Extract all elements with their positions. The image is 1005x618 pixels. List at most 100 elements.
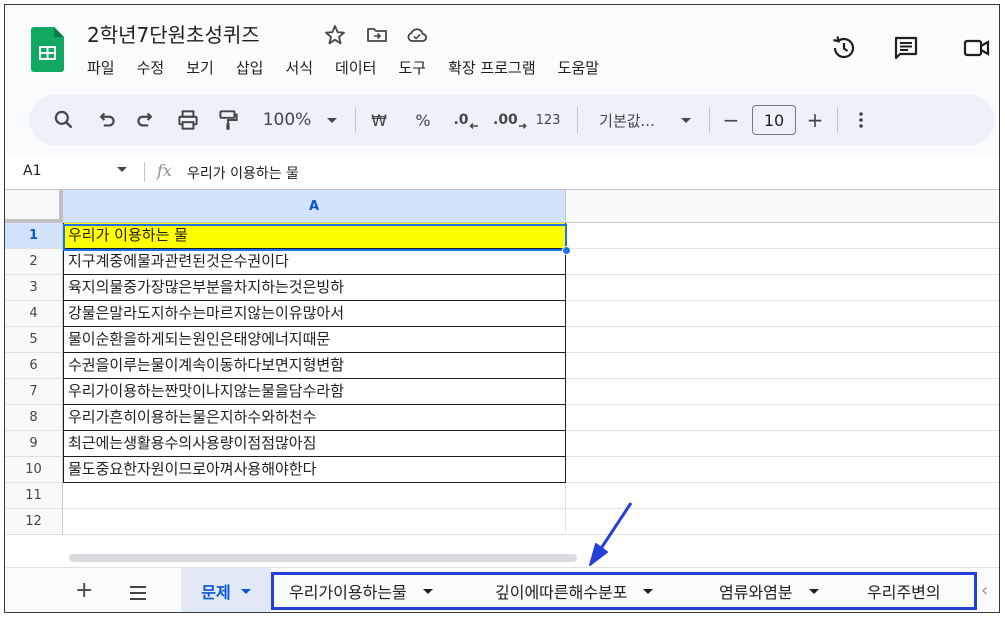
app-header: 2학년7단원초성퀴즈 파일 수정 보기 삽입 서식 데이터 도구 확장 프로그램… bbox=[5, 5, 999, 91]
font-dropdown-arrow-icon[interactable] bbox=[679, 107, 693, 133]
zoom-select[interactable]: 100% bbox=[261, 107, 313, 133]
cell-a10[interactable]: 물도중요한자원이므로아껴사용해야한다 bbox=[63, 457, 566, 483]
tab-active-sheet[interactable]: 문제 bbox=[181, 568, 271, 612]
toolbar: 100% ₩ % .0 .00 123 기본값... − 10 + bbox=[29, 95, 995, 145]
name-box-dropdown-icon[interactable] bbox=[117, 167, 127, 172]
add-sheet-button[interactable]: + bbox=[75, 578, 93, 603]
formula-divider bbox=[144, 162, 145, 182]
cloud-saved-icon[interactable] bbox=[405, 23, 429, 47]
empty-cell[interactable] bbox=[566, 457, 999, 483]
cell-a7[interactable]: 우리가이용하는짠맛이나지않는물을담수라함 bbox=[63, 379, 566, 405]
increase-decimal-button[interactable]: .00 bbox=[493, 107, 527, 133]
increase-decimal-label: .00 bbox=[493, 112, 518, 128]
more-formats-button[interactable]: 123 bbox=[533, 107, 563, 133]
empty-cell[interactable] bbox=[566, 353, 999, 379]
undo-icon[interactable] bbox=[93, 107, 119, 133]
move-folder-icon[interactable] bbox=[365, 23, 389, 47]
column-header-a[interactable]: A bbox=[63, 190, 566, 223]
currency-format-button[interactable]: ₩ bbox=[367, 107, 391, 133]
cell-a4[interactable]: 강물은말라도지하수는마르지않는이유많아서 bbox=[63, 301, 566, 327]
cell-a5[interactable]: 물이순환을하게되는원인은태양에너지때문 bbox=[63, 327, 566, 353]
tab-sheet-4[interactable]: 우리주변의 bbox=[867, 568, 963, 612]
tab-sheet-2[interactable]: 깊이에따른해수분포 bbox=[495, 568, 654, 612]
print-icon[interactable] bbox=[175, 107, 201, 133]
empty-cell[interactable] bbox=[566, 327, 999, 353]
menu-format[interactable]: 서식 bbox=[285, 55, 313, 81]
empty-cell[interactable] bbox=[566, 483, 999, 509]
cell-a11[interactable] bbox=[63, 483, 566, 509]
star-icon[interactable] bbox=[323, 23, 347, 47]
row-header[interactable]: 9 bbox=[5, 431, 63, 457]
empty-cell[interactable] bbox=[566, 223, 999, 249]
tab-scroll-left-button[interactable]: ‹ bbox=[981, 580, 988, 601]
row-header[interactable]: 3 bbox=[5, 275, 63, 301]
menu-view[interactable]: 보기 bbox=[186, 55, 214, 81]
fill-handle[interactable] bbox=[562, 246, 571, 255]
decrease-font-size-button[interactable]: − bbox=[721, 107, 741, 133]
cell-a6[interactable]: 수권을이루는물이계속이동하다보면지형변함 bbox=[63, 353, 566, 379]
cell-a1[interactable]: 우리가 이용하는 물 bbox=[63, 223, 566, 249]
zoom-dropdown-arrow-icon[interactable] bbox=[325, 107, 339, 133]
row-header[interactable]: 8 bbox=[5, 405, 63, 431]
menu-extensions[interactable]: 확장 프로그램 bbox=[448, 55, 536, 81]
menu-insert[interactable]: 삽입 bbox=[236, 55, 264, 81]
all-sheets-menu-icon[interactable] bbox=[127, 582, 149, 604]
formula-input[interactable]: 우리가 이용하는 물 bbox=[187, 163, 299, 183]
menu-data[interactable]: 데이터 bbox=[335, 55, 376, 81]
redo-icon[interactable] bbox=[133, 107, 159, 133]
font-size-input[interactable]: 10 bbox=[752, 105, 796, 135]
cell-a8[interactable]: 우리가흔히이용하는물은지하수와하천수 bbox=[63, 405, 566, 431]
row-header[interactable]: 1 bbox=[5, 223, 63, 249]
tab-label: 우리가이용하는물 bbox=[289, 583, 407, 602]
menu-tools[interactable]: 도구 bbox=[398, 55, 426, 81]
row-header[interactable]: 10 bbox=[5, 457, 63, 483]
more-vert-icon[interactable] bbox=[851, 107, 871, 133]
sheet-tab-bar: + 문제 우리가이용하는물 깊이에따른해수분포 염류와염분 우리주변의 ‹ bbox=[5, 567, 999, 612]
tab-sheet-1[interactable]: 우리가이용하는물 bbox=[289, 568, 433, 612]
tab-sheet-3[interactable]: 염류와염분 bbox=[719, 568, 819, 612]
menu-edit[interactable]: 수정 bbox=[137, 55, 165, 81]
toolbar-divider bbox=[355, 107, 356, 133]
row-header[interactable]: 4 bbox=[5, 301, 63, 327]
select-all-corner[interactable] bbox=[5, 190, 63, 223]
sheets-logo-icon[interactable] bbox=[31, 27, 64, 72]
chevron-down-icon[interactable] bbox=[643, 588, 654, 594]
increase-font-size-button[interactable]: + bbox=[805, 107, 825, 133]
empty-cell[interactable] bbox=[566, 301, 999, 327]
arrow-right-icon bbox=[518, 123, 527, 129]
empty-cell[interactable] bbox=[566, 249, 999, 275]
paint-format-icon[interactable] bbox=[215, 107, 241, 133]
menu-bar: 파일 수정 보기 삽입 서식 데이터 도구 확장 프로그램 도움말 bbox=[87, 55, 621, 81]
menu-file[interactable]: 파일 bbox=[87, 55, 115, 81]
row-header[interactable]: 6 bbox=[5, 353, 63, 379]
comments-icon[interactable] bbox=[891, 33, 921, 63]
empty-cell[interactable] bbox=[566, 405, 999, 431]
cell-a2[interactable]: 지구계중에물과관련된것은수권이다 bbox=[63, 249, 566, 275]
empty-cell[interactable] bbox=[566, 431, 999, 457]
row-header[interactable]: 5 bbox=[5, 327, 63, 353]
menu-help[interactable]: 도움말 bbox=[558, 55, 599, 81]
row-header[interactable]: 2 bbox=[5, 249, 63, 275]
empty-cell[interactable] bbox=[566, 379, 999, 405]
row-header[interactable]: 12 bbox=[5, 509, 63, 535]
document-title[interactable]: 2학년7단원초성퀴즈 bbox=[87, 19, 260, 48]
font-select[interactable]: 기본값... bbox=[591, 107, 663, 133]
fx-icon: fx bbox=[157, 161, 172, 180]
chevron-down-icon[interactable] bbox=[240, 588, 251, 594]
empty-cell[interactable] bbox=[566, 509, 999, 535]
row-header[interactable]: 11 bbox=[5, 483, 63, 509]
version-history-icon[interactable] bbox=[829, 33, 859, 63]
meet-video-icon[interactable] bbox=[961, 33, 991, 63]
cell-a12[interactable] bbox=[63, 509, 566, 535]
name-box[interactable]: A1 bbox=[23, 163, 41, 179]
row-header[interactable]: 7 bbox=[5, 379, 63, 405]
search-menus-icon[interactable] bbox=[51, 107, 77, 133]
cell-a3[interactable]: 육지의물중가장많은부분을차지하는것은빙하 bbox=[63, 275, 566, 301]
horizontal-scrollbar[interactable] bbox=[69, 554, 577, 562]
percent-format-button[interactable]: % bbox=[411, 107, 435, 133]
decrease-decimal-button[interactable]: .0 bbox=[451, 107, 481, 133]
empty-cell[interactable] bbox=[566, 275, 999, 301]
chevron-down-icon[interactable] bbox=[422, 588, 433, 594]
chevron-down-icon[interactable] bbox=[808, 588, 819, 594]
cell-a9[interactable]: 최근에는생활용수의사용량이점점많아짐 bbox=[63, 431, 566, 457]
